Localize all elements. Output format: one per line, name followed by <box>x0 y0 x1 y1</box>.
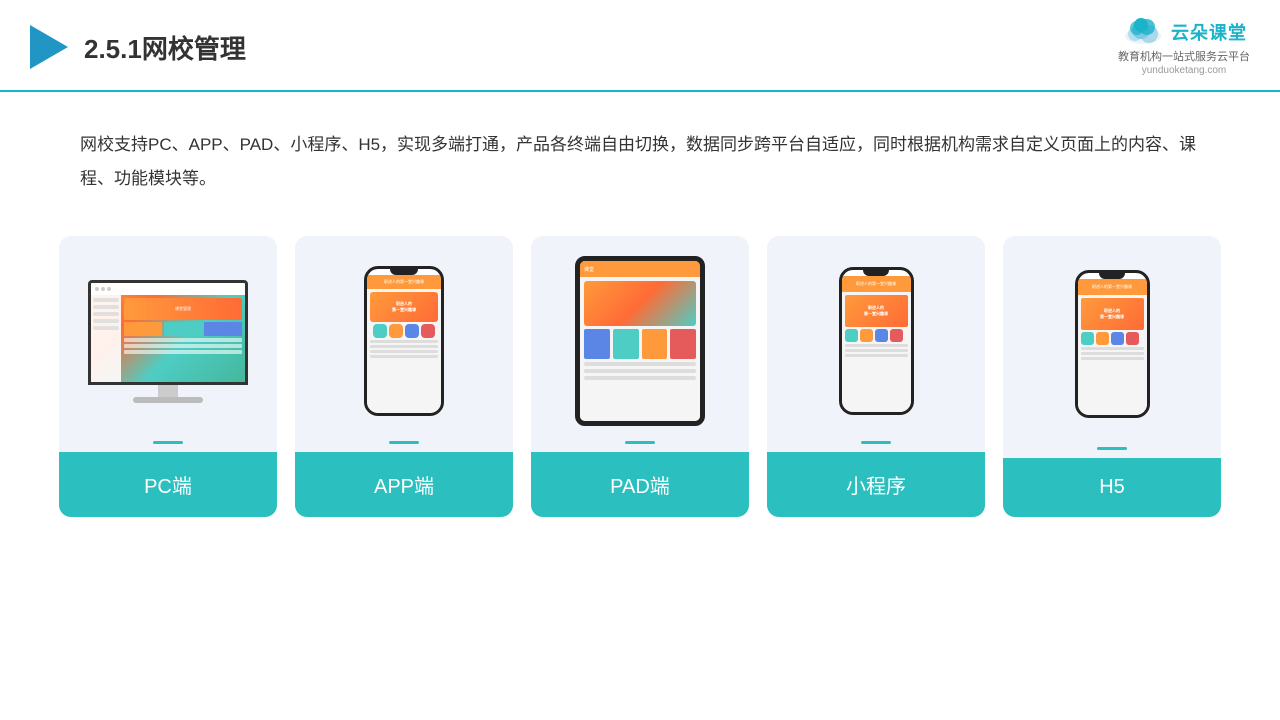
header: 2.5.1网校管理 云朵课堂 教育机构一站式服务云平台 yunduoketang… <box>0 0 1280 92</box>
page-title: 2.5.1网校管理 <box>84 29 246 66</box>
card-decoration <box>153 441 183 444</box>
header-left: 2.5.1网校管理 <box>30 25 246 69</box>
card-pc-label: PC端 <box>59 452 277 517</box>
card-decoration <box>861 441 891 444</box>
card-pad-label: PAD端 <box>531 452 749 517</box>
cards-container: 课堂管理 <box>0 216 1280 547</box>
card-app-label: APP端 <box>295 452 513 517</box>
card-h5-image: 职进人的第一堂兴趣课 职进人的 第一堂兴趣课 <box>1003 236 1221 447</box>
card-pc-image: 课堂管理 <box>59 236 277 441</box>
card-app-image: 职进人的第一堂兴趣课 职进人的 第一堂兴趣课 <box>295 236 513 441</box>
tablet-pad: 课堂 <box>575 256 705 426</box>
phone-miniapp: 职进人的第一堂兴趣课 职进人的 第一堂兴趣课 <box>839 267 914 415</box>
card-miniapp-image: 职进人的第一堂兴趣课 职进人的 第一堂兴趣课 <box>767 236 985 441</box>
description: 网校支持PC、APP、PAD、小程序、H5，实现多端打通，产品各终端自由切换，数… <box>0 92 1280 216</box>
description-text: 网校支持PC、APP、PAD、小程序、H5，实现多端打通，产品各终端自由切换，数… <box>80 135 1196 188</box>
card-miniapp-label: 小程序 <box>767 452 985 517</box>
card-miniapp: 职进人的第一堂兴趣课 职进人的 第一堂兴趣课 <box>767 236 985 517</box>
card-decoration <box>625 441 655 444</box>
logo-cloud: 云朵课堂 <box>1121 18 1247 46</box>
phone-h5: 职进人的第一堂兴趣课 职进人的 第一堂兴趣课 <box>1075 270 1150 418</box>
card-app: 职进人的第一堂兴趣课 职进人的 第一堂兴趣课 <box>295 236 513 517</box>
card-pad-image: 课堂 <box>531 236 749 441</box>
card-decoration <box>1097 447 1127 450</box>
card-decoration <box>389 441 419 444</box>
logo-tagline: 教育机构一站式服务云平台 <box>1118 48 1250 64</box>
monitor-screen: 课堂管理 <box>88 280 248 385</box>
card-pad: 课堂 <box>531 236 749 517</box>
cloud-icon <box>1121 18 1165 46</box>
logo-brand: 云朵课堂 <box>1171 19 1247 45</box>
logo-url: yunduoketang.com <box>1142 65 1227 76</box>
logo-area: 云朵课堂 教育机构一站式服务云平台 yunduoketang.com <box>1118 18 1250 76</box>
card-pc: 课堂管理 <box>59 236 277 517</box>
pc-monitor: 课堂管理 <box>88 280 248 403</box>
play-icon <box>30 25 68 69</box>
card-h5-label: H5 <box>1003 458 1221 517</box>
card-h5: 职进人的第一堂兴趣课 职进人的 第一堂兴趣课 <box>1003 236 1221 517</box>
phone-app: 职进人的第一堂兴趣课 职进人的 第一堂兴趣课 <box>364 266 444 416</box>
